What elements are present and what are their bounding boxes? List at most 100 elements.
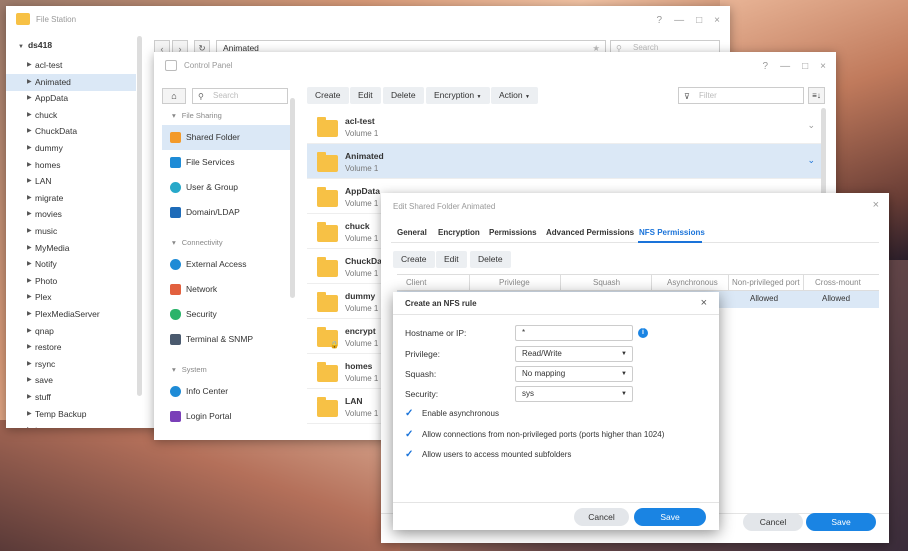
tree-item[interactable]: ▶ Animated — [6, 73, 136, 91]
tree-item[interactable]: ▶ acl-test — [6, 57, 136, 74]
delete-button[interactable]: Delete — [383, 87, 424, 104]
caret-right-icon[interactable]: ▶ — [27, 406, 32, 423]
caret-right-icon[interactable]: ▶ — [27, 323, 32, 340]
help-icon[interactable]: ? — [657, 15, 663, 26]
tree-item[interactable]: ▶ movies — [6, 206, 136, 223]
sidebar-item-security[interactable]: Security — [162, 302, 290, 327]
tree-item[interactable]: ▶ MyMedia — [6, 240, 136, 257]
caret-right-icon[interactable]: ▶ — [27, 273, 32, 290]
action-button[interactable]: Action ▼ — [491, 87, 538, 104]
caret-right-icon[interactable]: ▶ — [27, 240, 32, 257]
chevron-down-icon[interactable]: ⌄ — [807, 120, 815, 131]
sidebar-item-domain-ldap[interactable]: Domain/LDAP — [162, 200, 290, 225]
sidebar-scrollbar[interactable] — [290, 98, 295, 298]
security-select[interactable]: sys ▼ — [515, 386, 633, 402]
check-icon[interactable]: ✓ — [405, 408, 417, 420]
col-client[interactable]: Client — [406, 278, 426, 287]
col-non-privileged-port[interactable]: Non-privileged port — [732, 278, 800, 287]
sidebar-item-user-group[interactable]: User & Group — [162, 175, 290, 200]
caret-right-icon[interactable]: ▶ — [27, 157, 32, 174]
tree-item[interactable]: ▶ restore — [6, 339, 136, 356]
filter-input[interactable]: ⊽ Filter — [678, 87, 804, 104]
squash-select[interactable]: No mapping ▼ — [515, 366, 633, 382]
caret-right-icon[interactable]: ▶ — [27, 90, 32, 107]
col-privilege[interactable]: Privilege — [499, 278, 530, 287]
tree-item[interactable]: ▶ Photo — [6, 273, 136, 290]
caret-right-icon[interactable]: ▶ — [27, 57, 32, 74]
sidebar-item-file-services[interactable]: File Services — [162, 150, 290, 175]
caret-right-icon[interactable]: ▶ — [27, 140, 32, 157]
maximize-icon[interactable]: □ — [802, 61, 808, 72]
caret-down-icon[interactable]: ▼ — [18, 44, 24, 50]
edit-button[interactable]: Edit — [350, 87, 381, 104]
tree-item[interactable]: ▶ PlexMediaServer — [6, 306, 136, 323]
edit-save-button[interactable]: Save — [806, 513, 876, 531]
caret-right-icon[interactable]: ▶ — [27, 372, 32, 389]
sort-button[interactable]: ≡↓ — [808, 87, 825, 104]
tree-scrollbar[interactable] — [137, 36, 142, 396]
col-squash[interactable]: Squash — [593, 278, 620, 287]
caret-right-icon[interactable]: ▶ — [27, 306, 32, 323]
col-asynchronous[interactable]: Asynchronous — [667, 278, 718, 287]
caret-right-icon[interactable]: ▶ — [27, 107, 32, 124]
tree-item[interactable]: ▶ rsync — [6, 356, 136, 373]
sidebar-item-shared-folder[interactable]: Shared Folder — [162, 125, 290, 150]
tree-root[interactable]: ▼ ds418 — [18, 40, 52, 50]
tree-item[interactable]: ▶ migrate — [6, 190, 136, 207]
tree-item[interactable]: ▶ AppData — [6, 90, 136, 107]
privilege-select[interactable]: Read/Write ▼ — [515, 346, 633, 362]
tab-encryption[interactable]: Encryption — [438, 228, 480, 237]
tab-nfs-permissions[interactable]: NFS Permissions — [639, 228, 705, 237]
sidebar-item-network[interactable]: Network — [162, 277, 290, 302]
caret-right-icon[interactable]: ▶ — [27, 123, 32, 140]
sidebar-item-login-portal[interactable]: Login Portal — [162, 404, 290, 429]
close-icon[interactable]: × — [701, 297, 707, 309]
tree-item[interactable]: ▶ ChuckData — [6, 123, 136, 140]
tree-item[interactable]: ▶ Notify — [6, 256, 136, 273]
caret-right-icon[interactable]: ▶ — [27, 173, 32, 190]
sidebar-item-external-access[interactable]: External Access — [162, 252, 290, 277]
close-icon[interactable]: × — [820, 61, 826, 72]
section-connectivity[interactable]: ▾ Connectivity — [172, 238, 223, 247]
check-icon[interactable]: ✓ — [405, 429, 417, 441]
tab-general[interactable]: General — [397, 228, 427, 237]
tree-item[interactable]: ▶ save — [6, 372, 136, 389]
caret-right-icon[interactable]: ▶ — [27, 339, 32, 356]
caret-right-icon[interactable]: ▶ — [27, 223, 32, 240]
section-file-sharing[interactable]: ▾ File Sharing — [172, 111, 222, 120]
edit-cancel-button[interactable]: Cancel — [743, 513, 803, 531]
close-icon[interactable]: × — [873, 199, 879, 211]
caret-right-icon[interactable]: ▶ — [27, 74, 32, 91]
nfs-delete-button[interactable]: Delete — [470, 251, 511, 268]
caret-right-icon[interactable]: ▶ — [27, 356, 32, 373]
home-button[interactable]: ⌂ — [162, 88, 186, 104]
check-icon[interactable]: ✓ — [405, 449, 417, 461]
tree-item[interactable]: ▶tv — [6, 422, 136, 428]
sidebar-item-info-center[interactable]: Info Center — [162, 379, 290, 404]
hostname-input[interactable]: * — [515, 325, 633, 341]
tree-item[interactable]: ▶ qnap — [6, 323, 136, 340]
nfs-save-button[interactable]: Save — [634, 508, 706, 526]
create-nfs-rule-dialog[interactable]: Create an NFS rule × Hostname or IP: * i… — [393, 292, 719, 530]
caret-right-icon[interactable]: ▶ — [27, 190, 32, 207]
tab-permissions[interactable]: Permissions — [489, 228, 537, 237]
tree-item[interactable]: ▶ stuff — [6, 389, 136, 406]
nfs-cancel-button[interactable]: Cancel — [574, 508, 629, 526]
tree-item[interactable]: ▶ dummy — [6, 140, 136, 157]
tree-item[interactable]: ▶ Plex — [6, 289, 136, 306]
help-icon[interactable]: ? — [763, 61, 769, 72]
close-icon[interactable]: × — [714, 15, 720, 26]
list-item[interactable]: Animated Volume 1 ⌄ — [307, 144, 825, 179]
maximize-icon[interactable]: □ — [696, 15, 702, 26]
encryption-button[interactable]: Encryption ▼ — [426, 87, 490, 104]
tree-item[interactable]: ▶ chuck — [6, 107, 136, 124]
chevron-down-icon[interactable]: ⌄ — [807, 155, 815, 166]
minimize-icon[interactable]: — — [780, 61, 790, 72]
caret-right-icon[interactable]: ▶ — [27, 206, 32, 223]
caret-right-icon[interactable]: ▶ — [27, 422, 32, 428]
caret-right-icon[interactable]: ▶ — [27, 256, 32, 273]
tree-item[interactable]: ▶ LAN — [6, 173, 136, 190]
nfs-create-button[interactable]: Create — [393, 251, 435, 268]
section-system[interactable]: ▾ System — [172, 365, 207, 374]
list-item[interactable]: acl-test Volume 1 ⌄ — [307, 109, 825, 144]
